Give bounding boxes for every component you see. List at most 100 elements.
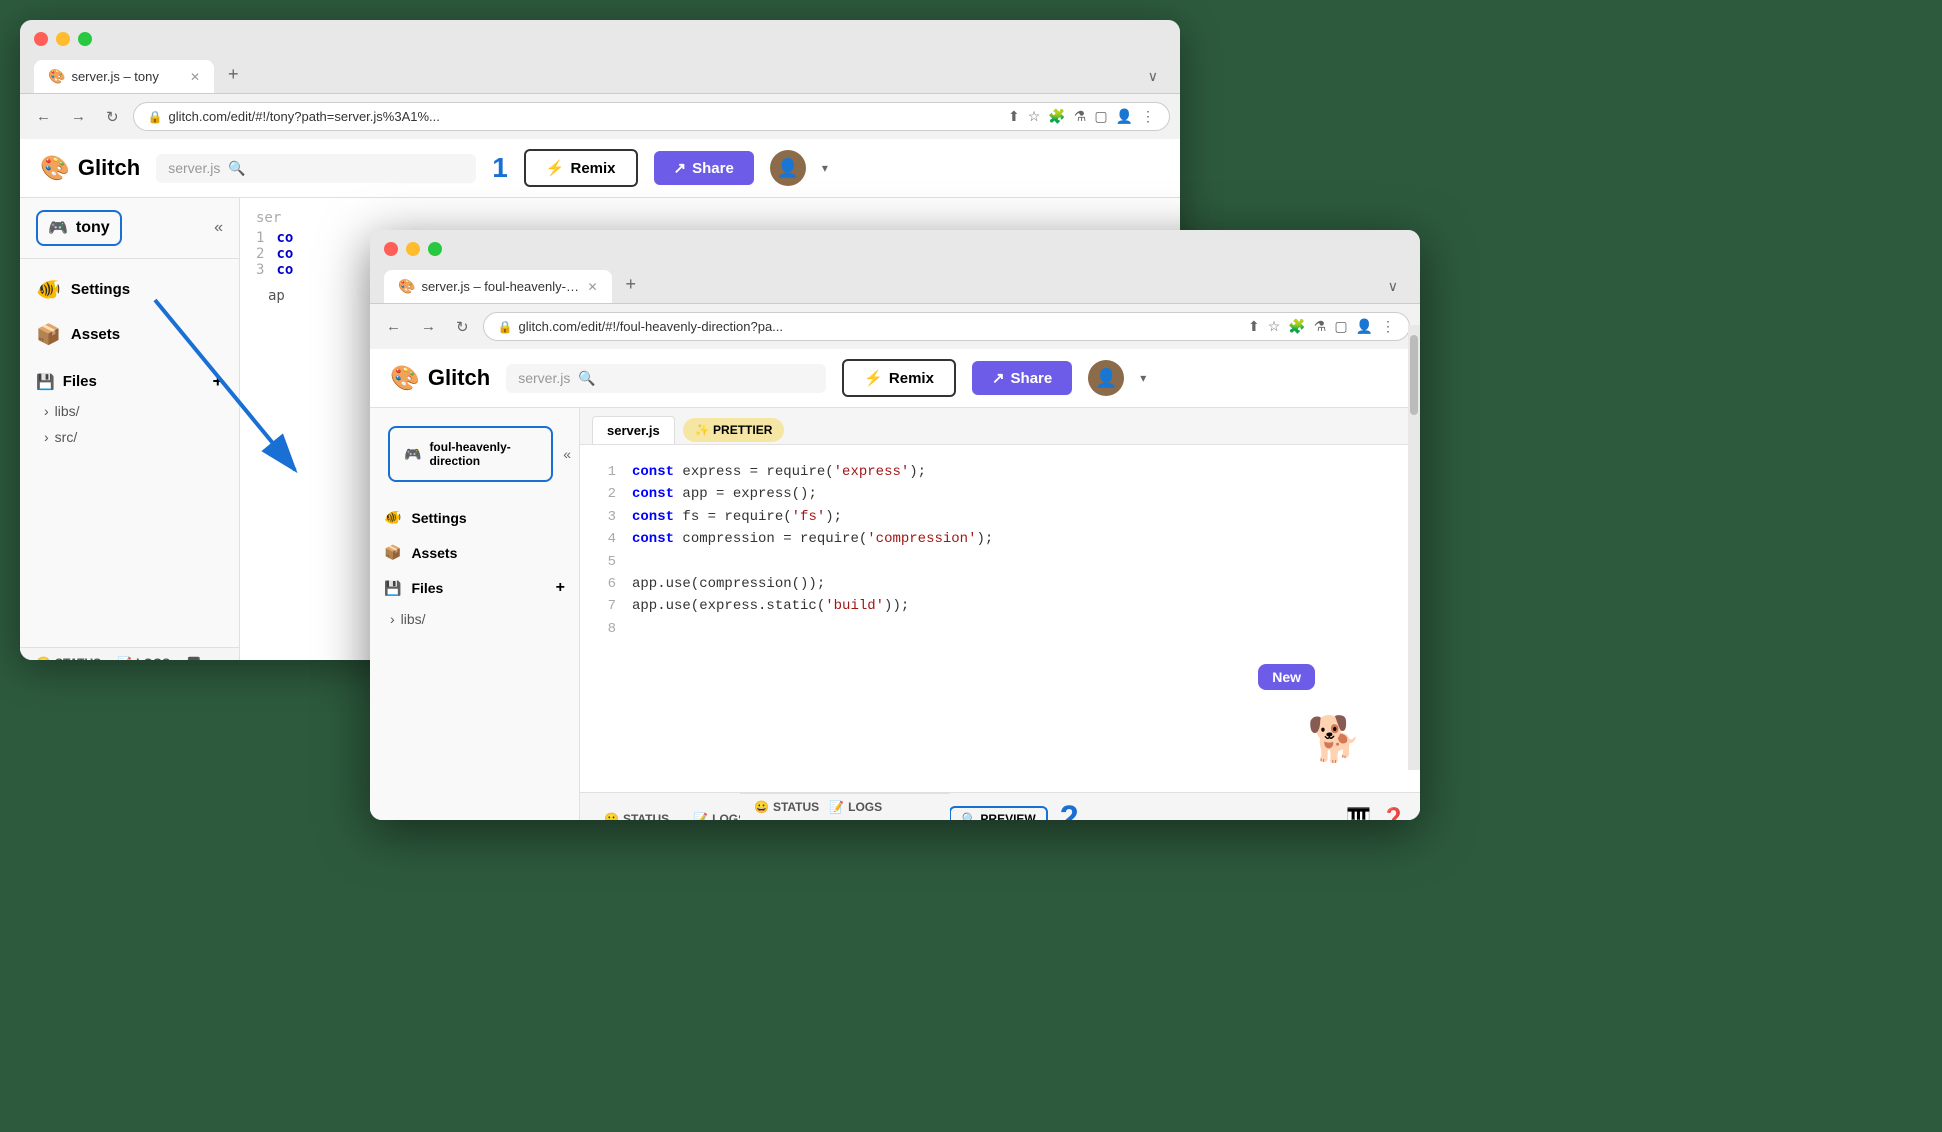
files-icon: 💾 xyxy=(36,373,55,391)
front-share-button[interactable]: ↗ Share xyxy=(972,361,1072,395)
front-browser-chrome: 🎨 server.js – foul-heavenly-direc ✕ + ∨ xyxy=(370,230,1420,304)
new-tab-button[interactable]: + xyxy=(216,56,251,93)
front-logs-icon: 📝 xyxy=(829,800,844,814)
puzzle-icon: 🧩 xyxy=(1048,108,1065,125)
front-glitch-icon: 🎨 xyxy=(390,364,420,393)
front-back-nav[interactable]: ← xyxy=(380,314,407,339)
front-tab-menu-button[interactable]: ∨ xyxy=(1380,270,1406,303)
add-file-button-back[interactable]: + xyxy=(212,371,223,392)
share-button-back[interactable]: ↗ Share xyxy=(654,151,754,185)
front-settings-item[interactable]: 🐠 Settings xyxy=(370,500,579,535)
step-2-badge: 2 xyxy=(1060,799,1079,820)
front-add-file-button[interactable]: + xyxy=(556,579,565,597)
tab-title: server.js – tony xyxy=(71,69,184,84)
avatar-caret[interactable]: ▾ xyxy=(822,161,828,175)
back-settings-item[interactable]: 🐠 Settings xyxy=(20,267,239,312)
code-line-8: 8 xyxy=(596,618,1404,640)
glitch-label: Glitch xyxy=(78,155,140,181)
bottom-right-tools: 🎹 ❓ xyxy=(1346,806,1406,820)
sidebar-collapse-back[interactable]: « xyxy=(214,219,223,237)
front-close-button[interactable] xyxy=(384,242,398,256)
front-preview-label: PREVIEW xyxy=(980,812,1035,821)
front-files-item[interactable]: 💾 Files + xyxy=(370,570,579,606)
front-assets-label: Assets xyxy=(411,545,457,561)
front-tab-bar: 🎨 server.js – foul-heavenly-direc ✕ + ∨ xyxy=(384,266,1406,303)
front-search-icon: 🔍 xyxy=(578,370,595,387)
back-project-badge[interactable]: 🎮 tony xyxy=(36,210,122,246)
status-emoji: 😀 xyxy=(36,656,51,660)
back-search-box[interactable]: server.js 🔍 xyxy=(156,154,476,183)
front-preview-button[interactable]: 🔍 PREVIEW xyxy=(949,806,1047,821)
back-assets-item[interactable]: 📦 Assets xyxy=(20,312,239,357)
browser-tab-active[interactable]: 🎨 server.js – tony ✕ xyxy=(34,60,214,93)
help-icon[interactable]: ❓ xyxy=(1381,806,1406,820)
back-terminal-item[interactable]: 🖥 xyxy=(186,656,201,660)
front-files-label: Files xyxy=(411,580,443,596)
front-remix-button[interactable]: ⚡ Remix xyxy=(842,359,956,397)
reload-nav-button[interactable]: ↻ xyxy=(100,104,125,130)
front-assets-icon: 📦 xyxy=(384,544,401,561)
front-share-icon-btn: ↗ xyxy=(992,369,1005,387)
front-search-placeholder: server.js xyxy=(518,370,570,386)
front-logs-item[interactable]: 📝 LOGS xyxy=(829,800,882,814)
front-file-tabs: server.js ✨ PRETTIER xyxy=(580,408,1420,445)
back-src-dir[interactable]: › src/ xyxy=(36,424,223,450)
front-forward-nav[interactable]: → xyxy=(415,314,442,339)
piano-icon[interactable]: 🎹 xyxy=(1346,806,1371,820)
code-line-2: 2 const app = express(); xyxy=(596,483,1404,505)
back-libs-dir[interactable]: › libs/ xyxy=(36,398,223,424)
front-minimize-button[interactable] xyxy=(406,242,420,256)
share-icon: ⬆ xyxy=(1008,108,1020,125)
front-address-bar[interactable]: 🔒 glitch.com/edit/#!/foul-heavenly-direc… xyxy=(483,312,1410,341)
scrollbar-track[interactable] xyxy=(1408,408,1420,770)
logs-icon: 📝 xyxy=(117,656,132,660)
glitch-logo[interactable]: 🎨 Glitch xyxy=(40,154,140,183)
front-assets-item[interactable]: 📦 Assets xyxy=(370,535,579,570)
avatar-back[interactable]: 👤 xyxy=(770,150,806,186)
front-bottom-status[interactable]: 😀 STATUS xyxy=(594,808,679,821)
back-logs-item[interactable]: 📝 LOGS xyxy=(117,656,170,660)
address-bar[interactable]: 🔒 glitch.com/edit/#!/tony?path=server.js… xyxy=(133,102,1170,131)
front-bottom-logs-icon: 📝 xyxy=(693,812,708,821)
back-sidebar: 🎮 tony « 🐠 Settings 📦 Assets 💾 xyxy=(20,198,240,660)
remix-button-back[interactable]: ⚡ Remix xyxy=(524,149,638,187)
back-status-item[interactable]: 😀 STATUS xyxy=(36,656,101,660)
forward-nav-button[interactable]: → xyxy=(65,104,92,129)
share-label: Share xyxy=(692,160,734,177)
back-status-bar: 😀 STATUS 📝 LOGS 🖥 xyxy=(20,647,239,660)
tab-menu-button[interactable]: ∨ xyxy=(1140,60,1166,93)
front-maximize-button[interactable] xyxy=(428,242,442,256)
logs-label: LOGS xyxy=(136,656,170,660)
maximize-button[interactable] xyxy=(78,32,92,46)
search-icon: 🔍 xyxy=(228,160,245,177)
code-line-3: 3 const fs = require('fs'); xyxy=(596,506,1404,528)
scrollbar-thumb[interactable] xyxy=(1410,408,1418,415)
front-tab-active[interactable]: 🎨 server.js – foul-heavenly-direc ✕ xyxy=(384,270,612,303)
front-avatar-caret[interactable]: ▾ xyxy=(1140,371,1146,385)
front-file-tab-active[interactable]: server.js xyxy=(592,416,675,444)
front-libs-label: libs/ xyxy=(401,611,426,627)
back-nav-button[interactable]: ← xyxy=(30,104,57,129)
front-status-item[interactable]: 😀 STATUS xyxy=(754,800,819,814)
back-sidebar-header: 🎮 tony « xyxy=(20,198,239,259)
front-files-icon: 💾 xyxy=(384,580,401,597)
close-button[interactable] xyxy=(34,32,48,46)
front-search-box[interactable]: server.js 🔍 xyxy=(506,364,826,393)
front-reload-nav[interactable]: ↻ xyxy=(450,314,475,340)
front-libs-dir[interactable]: › libs/ xyxy=(370,606,579,632)
front-sidebar-collapse[interactable]: « xyxy=(563,446,571,462)
terminal-icon: 🖥 xyxy=(186,656,201,660)
front-project-badge[interactable]: 🎮 foul-heavenly-direction xyxy=(388,426,553,482)
front-prettier-button[interactable]: ✨ PRETTIER xyxy=(683,418,785,442)
address-bar-row: ← → ↻ 🔒 glitch.com/edit/#!/tony?path=ser… xyxy=(20,94,1180,139)
front-avatar[interactable]: 👤 xyxy=(1088,360,1124,396)
code-line-4: 4 const compression = require('compressi… xyxy=(596,528,1404,550)
assets-label: Assets xyxy=(71,326,120,343)
tab-close-icon[interactable]: ✕ xyxy=(190,70,200,84)
front-app-header: 🎨 Glitch server.js 🔍 ⚡ Remix ↗ Share 👤 ▾ xyxy=(370,349,1420,408)
front-new-tab-button[interactable]: + xyxy=(614,266,649,303)
minimize-button[interactable] xyxy=(56,32,70,46)
front-glitch-logo[interactable]: 🎨 Glitch xyxy=(390,364,490,393)
front-address-bar-row: ← → ↻ 🔒 glitch.com/edit/#!/foul-heavenly… xyxy=(370,304,1420,349)
front-tab-close-icon[interactable]: ✕ xyxy=(587,280,597,294)
